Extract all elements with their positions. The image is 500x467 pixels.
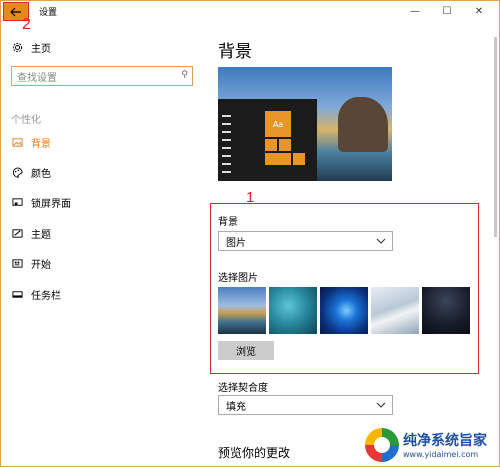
choose-picture-label: 选择图片 (218, 273, 258, 284)
sidebar-item-label: 背景 (31, 138, 51, 150)
sidebar-item-label: 开始 (31, 259, 51, 271)
dropdown-value: 填充 (226, 401, 246, 413)
annotation-number: 2 (22, 16, 31, 33)
preview-start-menu: Aa (218, 99, 317, 181)
sidebar-item-label: 任务栏 (31, 290, 61, 302)
sidebar-item-lockscreen[interactable]: 锁屏界面 (11, 193, 71, 211)
close-button[interactable]: ✕ (465, 1, 493, 21)
sidebar-item-themes[interactable]: 主题 (11, 224, 51, 242)
browse-button[interactable]: 浏览 (218, 341, 274, 360)
sidebar-item-label: 主页 (31, 43, 51, 55)
back-arrow-icon (10, 7, 21, 16)
watermark-url: www.yidaimei.com (403, 450, 479, 459)
start-icon (11, 257, 23, 269)
chevron-down-icon (376, 238, 386, 244)
image-icon (11, 136, 23, 148)
sidebar-item-label: 主题 (31, 229, 51, 241)
taskbar-icon (11, 288, 23, 300)
palette-icon (11, 166, 23, 178)
settings-window: 设置 — ☐ ✕ 2 主页 查找设置 ⚲ 个性化 背景 颜色 锁屏界面 主题 开… (0, 0, 500, 467)
lockscreen-icon (11, 196, 23, 208)
watermark-name: 纯净系统旨家 (403, 433, 487, 449)
minimize-button[interactable]: — (401, 1, 429, 21)
preview-tile: Aa (265, 111, 291, 137)
fit-label: 选择契合度 (218, 383, 268, 394)
sidebar-item-label: 颜色 (31, 168, 51, 180)
background-preview: Aa (218, 67, 392, 181)
page-title: 背景 (218, 42, 252, 62)
search-input[interactable]: 查找设置 ⚲ (11, 66, 193, 86)
maximize-button[interactable]: ☐ (433, 1, 461, 21)
theme-icon (11, 227, 23, 239)
sidebar-item-home[interactable]: 主页 (11, 38, 51, 56)
search-placeholder: 查找设置 (17, 72, 57, 84)
picture-thumbnails (218, 287, 470, 334)
preview-changes-heading: 预览你的更改 (218, 446, 291, 460)
watermark: 纯净系统旨家 www.yidaimei.com (365, 428, 495, 464)
sidebar-item-taskbar[interactable]: 任务栏 (11, 285, 61, 303)
sidebar-item-label: 锁屏界面 (31, 198, 71, 210)
background-label: 背景 (218, 217, 238, 228)
dropdown-value: 图片 (226, 237, 246, 249)
chevron-down-icon (376, 402, 386, 408)
fit-dropdown[interactable]: 填充 (218, 395, 393, 415)
picture-thumbnail-2[interactable] (269, 287, 317, 334)
picture-thumbnail-5[interactable] (422, 287, 470, 334)
picture-thumbnail-1[interactable] (218, 287, 266, 334)
window-title: 设置 (39, 8, 58, 18)
picture-thumbnail-4[interactable] (371, 287, 419, 334)
preview-rock (338, 97, 388, 152)
background-type-dropdown[interactable]: 图片 (218, 231, 393, 251)
title-bar: 设置 — ☐ ✕ (1, 1, 499, 23)
picture-thumbnail-3[interactable] (320, 287, 368, 334)
sidebar-section-title: 个性化 (11, 115, 41, 126)
search-icon: ⚲ (181, 70, 188, 80)
watermark-logo (365, 428, 399, 462)
sidebar-item-start[interactable]: 开始 (11, 254, 51, 272)
sidebar-item-background[interactable]: 背景 (11, 133, 51, 151)
scrollbar[interactable] (494, 37, 497, 237)
sidebar-item-colors[interactable]: 颜色 (11, 163, 51, 181)
gear-icon (11, 41, 23, 53)
